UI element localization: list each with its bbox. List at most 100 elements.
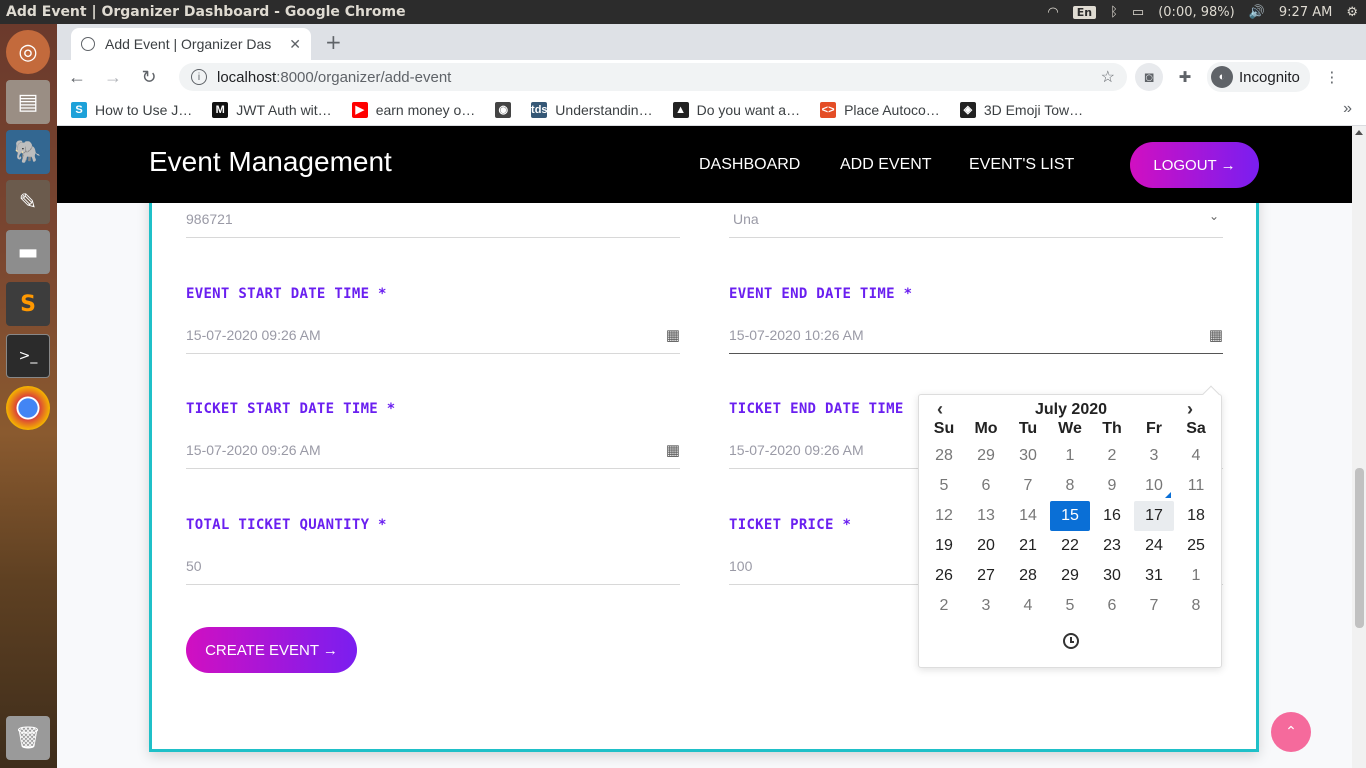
- datepicker-title[interactable]: July 2020: [919, 401, 1223, 419]
- datepicker-day[interactable]: 3: [1133, 441, 1175, 471]
- datepicker-day[interactable]: 30: [1091, 561, 1133, 591]
- calendar-icon[interactable]: ▦: [666, 441, 680, 459]
- datepicker-day[interactable]: 26: [923, 561, 965, 591]
- more-menu-icon[interactable]: ⋮: [1318, 63, 1346, 91]
- datepicker-day[interactable]: 18: [1175, 501, 1217, 531]
- wifi-icon[interactable]: ◠: [1047, 5, 1058, 20]
- nav-add-event[interactable]: ADD EVENT: [840, 156, 932, 174]
- datepicker-day[interactable]: 5: [1049, 591, 1091, 621]
- bookmark-star-icon[interactable]: ☆: [1101, 67, 1115, 87]
- calendar-icon[interactable]: ▦: [666, 326, 680, 344]
- datepicker-day[interactable]: 21: [1007, 531, 1049, 561]
- scrollbar-thumb[interactable]: [1355, 468, 1364, 628]
- bookmark-item[interactable]: ◈ 3D Emoji Tow…: [959, 101, 1083, 118]
- datepicker-day[interactable]: 27: [965, 561, 1007, 591]
- nav-dashboard[interactable]: DASHBOARD: [699, 156, 800, 174]
- datepicker-day[interactable]: 25: [1175, 531, 1217, 561]
- event-start-input[interactable]: 15-07-2020 09:26 AM ▦: [186, 316, 680, 354]
- incognito-profile-button[interactable]: ◐ Incognito: [1207, 62, 1310, 92]
- nav-events-list[interactable]: EVENT'S LIST: [969, 156, 1074, 174]
- datepicker-day[interactable]: 16: [1091, 501, 1133, 531]
- datepicker-day[interactable]: 4: [1007, 591, 1049, 621]
- datepicker-day[interactable]: 19: [923, 531, 965, 561]
- trash-icon[interactable]: 🗑: [6, 716, 50, 760]
- event-end-input[interactable]: 15-07-2020 10:26 AM ▦: [729, 316, 1223, 354]
- battery-status[interactable]: (0:00, 98%): [1158, 5, 1235, 20]
- city-select[interactable]: Una ⌄: [729, 200, 1223, 238]
- settings-gear-icon[interactable]: ⚙: [1346, 5, 1358, 20]
- datepicker-day[interactable]: 6: [965, 471, 1007, 501]
- datepicker-day[interactable]: 1: [1049, 441, 1091, 471]
- datepicker-day[interactable]: 29: [965, 441, 1007, 471]
- volume-icon[interactable]: 🔊: [1249, 5, 1265, 20]
- color-picker-icon[interactable]: ✎: [6, 180, 50, 224]
- datepicker-day[interactable]: 7: [1007, 471, 1049, 501]
- datepicker-day[interactable]: 6: [1091, 591, 1133, 621]
- datepicker-day[interactable]: 4: [1175, 441, 1217, 471]
- datepicker-day[interactable]: 2: [1091, 441, 1133, 471]
- camera-icon[interactable]: ◙: [1135, 63, 1163, 91]
- datepicker-day[interactable]: 8: [1175, 591, 1217, 621]
- tab-add-event[interactable]: Add Event | Organizer Das ✕: [71, 28, 311, 60]
- ticket-start-input[interactable]: 15-07-2020 09:26 AM ▦: [186, 431, 680, 469]
- datepicker-day[interactable]: 22: [1049, 531, 1091, 561]
- datepicker-day[interactable]: 13: [965, 501, 1007, 531]
- bookmark-item[interactable]: M JWT Auth wit…: [212, 101, 332, 118]
- datepicker-day[interactable]: 17: [1134, 501, 1174, 531]
- datepicker-day[interactable]: 9: [1091, 471, 1133, 501]
- bookmark-item[interactable]: <> Place Autoco…: [820, 101, 940, 118]
- datepicker-day[interactable]: 24: [1133, 531, 1175, 561]
- page-scrollbar[interactable]: [1352, 126, 1366, 768]
- next-month-chevron-icon[interactable]: ›: [1187, 399, 1193, 420]
- datepicker-day[interactable]: 28: [1007, 561, 1049, 591]
- datepicker-day[interactable]: 31: [1133, 561, 1175, 591]
- scroll-up-arrow-icon[interactable]: [1355, 130, 1363, 135]
- datepicker-day[interactable]: 23: [1091, 531, 1133, 561]
- sublime-text-icon[interactable]: S: [6, 282, 50, 326]
- datepicker-day[interactable]: 10: [1133, 471, 1175, 501]
- reload-icon[interactable]: ↻: [135, 67, 163, 88]
- terminal-icon[interactable]: >_: [6, 334, 50, 378]
- back-arrow-icon[interactable]: ←: [63, 67, 91, 88]
- bookmark-item[interactable]: S How to Use J…: [71, 101, 192, 118]
- extensions-puzzle-icon[interactable]: ✚: [1171, 63, 1199, 91]
- datepicker-day[interactable]: 29: [1049, 561, 1091, 591]
- scroll-to-top-button[interactable]: ⌃: [1271, 712, 1311, 752]
- new-tab-button[interactable]: +: [325, 30, 342, 54]
- pincode-input[interactable]: 986721: [186, 200, 680, 238]
- datepicker-day[interactable]: 11: [1175, 471, 1217, 501]
- datepicker-day[interactable]: 8: [1049, 471, 1091, 501]
- site-info-icon[interactable]: i: [191, 69, 207, 85]
- clock-icon[interactable]: [1063, 633, 1079, 649]
- battery-icon[interactable]: ▭: [1132, 5, 1144, 20]
- bookmark-item[interactable]: ◉: [495, 101, 512, 118]
- address-bar[interactable]: i localhost :8000/organizer/add-event ☆: [179, 63, 1127, 91]
- ubuntu-dash-icon[interactable]: ◎: [6, 30, 50, 74]
- bookmark-item[interactable]: ▲ Do you want a…: [672, 101, 800, 118]
- datepicker-day[interactable]: 3: [965, 591, 1007, 621]
- datepicker-day[interactable]: 5: [923, 471, 965, 501]
- bookmark-item[interactable]: tds Understandin…: [531, 101, 653, 118]
- calendar-icon[interactable]: ▦: [1209, 326, 1223, 344]
- pgadmin-elephant-icon[interactable]: 🐘: [6, 130, 50, 174]
- files-icon[interactable]: ▤: [6, 80, 50, 124]
- bluetooth-icon[interactable]: ᛒ: [1110, 5, 1118, 20]
- datepicker-day[interactable]: 15: [1050, 501, 1090, 531]
- datepicker-day[interactable]: 14: [1007, 501, 1049, 531]
- datepicker-day[interactable]: 28: [923, 441, 965, 471]
- logout-button[interactable]: LOGOUT →: [1130, 142, 1259, 188]
- datepicker-day[interactable]: 2: [923, 591, 965, 621]
- clock[interactable]: 9:27 AM: [1279, 5, 1332, 20]
- close-tab-icon[interactable]: ✕: [289, 36, 301, 53]
- keyboard-language[interactable]: En: [1072, 5, 1097, 19]
- bookmark-item[interactable]: ▶ earn money o…: [351, 101, 475, 118]
- datepicker-day[interactable]: 30: [1007, 441, 1049, 471]
- datepicker-day[interactable]: 12: [923, 501, 965, 531]
- datepicker-day[interactable]: 1: [1175, 561, 1217, 591]
- bookmarks-overflow-icon[interactable]: »: [1343, 100, 1352, 118]
- datepicker-day[interactable]: 7: [1133, 591, 1175, 621]
- create-event-button[interactable]: CREATE EVENT →: [186, 627, 357, 673]
- chrome-icon[interactable]: [6, 386, 50, 430]
- disk-icon[interactable]: ▬: [6, 230, 50, 274]
- site-brand[interactable]: Event Management: [149, 146, 392, 178]
